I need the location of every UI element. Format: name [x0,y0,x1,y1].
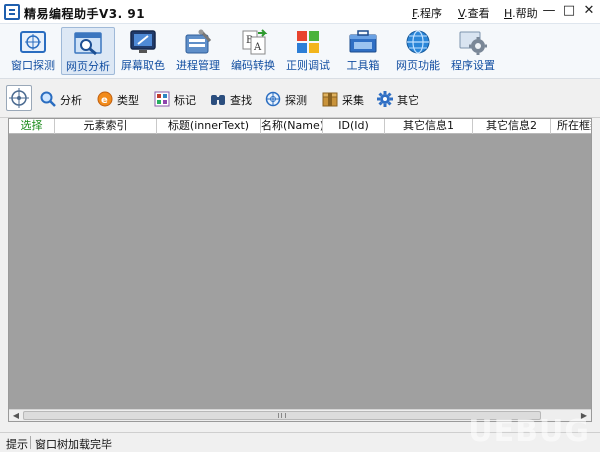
mark-icon [154,91,170,107]
tool-label: 屏幕取色 [121,59,165,72]
svg-text:A: A [253,42,262,53]
table-header: 选择 元素索引 标题(innerText) 名称(Name) ID(Id) 其它… [9,119,591,134]
scroll-left-arrow[interactable]: ◀ [10,411,22,421]
column-header-title[interactable]: 标题(innerText) [157,119,261,134]
screen-color-picker-icon [128,29,158,55]
close-button[interactable]: ✕ [580,3,598,19]
column-header-other-info-2[interactable]: 其它信息2 [473,119,551,134]
status-label: 提示 [6,438,28,451]
menu-program[interactable]: F.程序 [412,5,442,21]
menu-view[interactable]: V.查看 [458,5,490,21]
window-probe-icon [18,29,48,55]
tool-process-manager[interactable]: 进程管理 [171,27,225,75]
column-header-element-index[interactable]: 元素索引 [55,119,157,134]
column-header-other-info-1[interactable]: 其它信息1 [385,119,473,134]
scroll-thumb[interactable] [23,411,541,420]
crosshair-target-button[interactable] [6,85,32,111]
tool-label: 程序设置 [451,59,495,72]
window-title: 精易编程助手V3. 91 [24,7,146,21]
scroll-right-arrow[interactable]: ▶ [578,411,590,421]
collect-icon [322,92,338,107]
tool-label: 正则调试 [286,59,330,72]
tool-label: 进程管理 [176,59,220,72]
tool-screen-color-picker[interactable]: 屏幕取色 [116,27,170,75]
column-header-id[interactable]: ID(Id) [323,119,385,134]
element-table[interactable]: 选择 元素索引 标题(innerText) 名称(Name) ID(Id) 其它… [8,118,592,422]
title-bar: 精易编程助手V3. 91 F.程序 V.查看 H.帮助 — □ ✕ [0,0,600,24]
tool-web-function[interactable]: 网页功能 [391,27,445,75]
settings-icon [458,29,488,55]
maximize-button[interactable]: □ [560,3,578,19]
column-header-select[interactable]: 选择 [9,119,55,134]
tool-settings[interactable]: 程序设置 [446,27,500,75]
magnifier-icon [40,91,56,107]
tool-window-probe[interactable]: 窗口探测 [6,27,60,75]
web-analyze-icon [73,30,103,56]
web-analyze-toolbar: 分析 e 类型 标记 查找 探测 采集 其它 [0,80,600,118]
main-toolbar: 窗口探测 网页分析 屏幕取色 进程管理 BA 编码转换 正则调试 工具箱 网页功… [0,24,600,79]
tool-toolbox[interactable]: 工具箱 [336,27,390,75]
tool-encoding-convert[interactable]: BA 编码转换 [226,27,280,75]
tool-web-analyze[interactable]: 网页分析 [61,27,115,75]
type-icon: e [97,91,113,107]
tool-label: 工具箱 [346,59,380,72]
probe-icon [265,91,281,107]
tool-label: 网页分析 [66,60,110,73]
process-manager-icon [183,29,213,55]
crosshair-target-icon [9,88,29,108]
minimize-button[interactable]: — [540,3,558,19]
status-separator [30,436,31,449]
app-icon [4,4,20,20]
column-header-frame[interactable]: 所在框架 [551,119,591,134]
menu-help[interactable]: H.帮助 [504,5,538,21]
gear-icon [377,91,393,107]
binoculars-icon [211,95,225,105]
status-message: 窗口树加载完毕 [35,438,112,451]
svg-text:e: e [101,95,108,106]
tool-label: 编码转换 [231,59,275,72]
encoding-convert-icon: BA [238,29,268,55]
column-header-name[interactable]: 名称(Name) [261,119,323,134]
tool-label: 窗口探测 [11,59,55,72]
web-function-icon [403,29,433,55]
regex-debug-icon [293,29,323,55]
tool-regex-debug[interactable]: 正则调试 [281,27,335,75]
horizontal-scrollbar[interactable]: ◀ ▶ [9,409,591,421]
status-bar: 提示 窗口树加载完毕 [0,432,600,452]
toolbox-icon [348,29,378,55]
tool-label: 网页功能 [396,59,440,72]
